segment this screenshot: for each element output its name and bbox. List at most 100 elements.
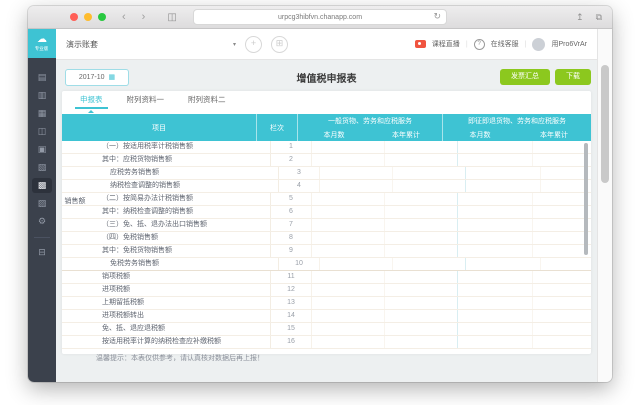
header-group-refund: 即征即退货物、劳务和应税服务 本月数 本年累计: [442, 114, 591, 141]
table-body: 销售额 （一）按适用税率计税销售额1其中：应税货物销售额2应税劳务销售额3纳税检…: [62, 141, 591, 349]
product-label: 专业版: [35, 45, 49, 51]
ledger-icon[interactable]: ▥: [32, 88, 52, 103]
share-icon[interactable]: ↥: [576, 12, 584, 23]
refresh-icon[interactable]: ↻: [433, 11, 441, 22]
user-name[interactable]: 用Pro6VrAr: [551, 39, 587, 49]
voucher-icon[interactable]: ▤: [32, 70, 52, 85]
tab-overview-icon[interactable]: ⧉: [596, 12, 602, 23]
add-button[interactable]: +: [245, 36, 262, 53]
row-group-cell: [62, 323, 88, 335]
assets-icon[interactable]: ▨: [32, 196, 52, 211]
invoice-icon[interactable]: ▣: [32, 142, 52, 157]
cell-refund-month: [458, 141, 533, 153]
table-scrollbar-thumb[interactable]: [584, 143, 588, 255]
table-row: 纳税检查调整的销售额4: [62, 180, 591, 193]
page-title: 增值税申报表: [297, 70, 357, 85]
cell-general-month: [320, 258, 393, 270]
invoice-summary-button[interactable]: 发票汇总: [500, 69, 550, 85]
row-item-label: 其中：免税货物销售额: [88, 245, 271, 257]
row-item-label: 免、抵、退应退税额: [88, 323, 271, 335]
cell-general-month: [312, 154, 385, 166]
header-group-general: 一般货物、劳务和应税服务 本月数 本年累计: [297, 114, 442, 141]
cell-refund-year: [533, 219, 591, 231]
cell-general-year: [385, 284, 458, 296]
row-item-label: 按适用税率计算的纳税检查应补缴税额: [88, 336, 271, 348]
cell-general-month: [312, 271, 385, 283]
cell-general-year: [385, 141, 458, 153]
funds-icon[interactable]: ◫: [32, 124, 52, 139]
table-row: 免税劳务销售额10: [62, 258, 591, 271]
page-content: 2017-10 ▦ 增值税申报表 发票汇总 下载 申报表附列资料一附列资料二 项…: [56, 60, 597, 382]
cell-refund-month: [458, 245, 533, 257]
download-button[interactable]: 下载: [555, 69, 591, 85]
table-row: 上期留抵税额13: [62, 297, 591, 310]
tax-icon[interactable]: ▩: [32, 178, 52, 193]
row-item-label: 进项税额: [88, 284, 271, 296]
cell-general-month: [312, 323, 385, 335]
reports-icon[interactable]: ▦: [32, 106, 52, 121]
cell-general-year: [385, 206, 458, 218]
row-line-no: 3: [279, 167, 320, 179]
row-item-label: 其中：应税货物销售额: [88, 154, 271, 166]
settings-icon[interactable]: ⚙: [32, 214, 52, 229]
cell-general-month: [320, 167, 393, 179]
cell-general-year: [385, 297, 458, 309]
page-scrollbar-track[interactable]: [597, 29, 612, 382]
sidebar-icon-list: ▤ ▥ ▦ ◫ ▣ ▧ ▩ ▨ ⚙: [32, 68, 52, 230]
cell-refund-year: [541, 258, 591, 270]
header-line-no: 栏次: [256, 114, 297, 141]
cell-general-month: [312, 245, 385, 257]
app-logo[interactable]: ☁ 专业版: [28, 29, 56, 58]
topbar-divider: |: [525, 41, 527, 48]
cell-general-month: [320, 180, 393, 192]
url-bar[interactable]: urpcg3hibfvn.chanapp.com ↻: [193, 9, 447, 25]
cell-general-month: [312, 193, 385, 205]
report-card: 申报表附列资料一附列资料二 项目 栏次 一般货物、劳务和应税服务 本月数 本年累…: [62, 91, 591, 354]
cell-general-year: [385, 245, 458, 257]
back-button[interactable]: ‹: [122, 12, 126, 23]
tab-main-form[interactable]: 申报表: [68, 91, 115, 109]
row-item-label: （三）免、抵、退办法出口销售额: [88, 219, 271, 231]
period-picker[interactable]: 2017-10 ▦: [65, 69, 129, 86]
cell-refund-month: [458, 323, 533, 335]
payroll-icon[interactable]: ▧: [32, 160, 52, 175]
forward-button[interactable]: ›: [142, 12, 146, 23]
row-item-label: 上期留抵税额: [88, 297, 271, 309]
online-support-link[interactable]: 在线客服: [491, 39, 519, 49]
cell-refund-month: [458, 284, 533, 296]
table-row: （二）按简易办法计税销售额5: [62, 193, 591, 206]
table-row: （一）按适用税率计税销售额1: [62, 141, 591, 154]
row-line-no: 1: [271, 141, 312, 153]
cell-refund-month: [458, 219, 533, 231]
header-item: 项目: [62, 114, 256, 141]
browser-window: ‹ › ◫ urpcg3hibfvn.chanapp.com ↻ ↥ ⧉ ☁ 专…: [28, 6, 612, 382]
close-window-button[interactable]: [70, 13, 78, 21]
report-toolbar: 2017-10 ▦ 增值税申报表 发票汇总 下载: [62, 65, 591, 89]
zoom-window-button[interactable]: [98, 13, 106, 21]
page-scrollbar-thumb[interactable]: [601, 65, 609, 183]
row-item-label: 其中：纳税检查调整的销售额: [88, 206, 271, 218]
row-item-label: 应税劳务销售额: [88, 167, 279, 179]
row-line-no: 15: [271, 323, 312, 335]
tab-appendix-2[interactable]: 附列资料二: [176, 91, 238, 109]
minimize-window-button[interactable]: [84, 13, 92, 21]
apps-grid-button[interactable]: ⊞: [271, 36, 288, 53]
checkout-icon[interactable]: ⊟: [32, 245, 52, 260]
app-topbar: 演示账套 ▾ + ⊞ 课程直播 | ? 在线客服 | 用Pro6VrAr: [56, 29, 597, 60]
row-line-no: 10: [279, 258, 320, 270]
cell-refund-month: [466, 180, 541, 192]
cell-refund-year: [533, 245, 591, 257]
footer-note: 温馨提示：本表仅供参考，请认真核对数据后再上报！: [62, 349, 591, 369]
account-selector[interactable]: 演示账套 ▾: [66, 39, 236, 50]
cell-general-year: [385, 154, 458, 166]
tab-appendix-1[interactable]: 附列资料一: [115, 91, 177, 109]
cell-general-month: [312, 141, 385, 153]
table-row: （三）免、抵、退办法出口销售额7: [62, 219, 591, 232]
live-course-link[interactable]: 课程直播: [432, 39, 460, 49]
cell-general-month: [312, 284, 385, 296]
sidebar-divider: [34, 237, 50, 238]
sidebar-toggle-icon[interactable]: ◫: [167, 12, 176, 23]
cell-general-month: [312, 219, 385, 231]
cell-general-year: [385, 323, 458, 335]
table-header: 项目 栏次 一般货物、劳务和应税服务 本月数 本年累计 即征即退货物、劳务和应: [62, 114, 591, 141]
